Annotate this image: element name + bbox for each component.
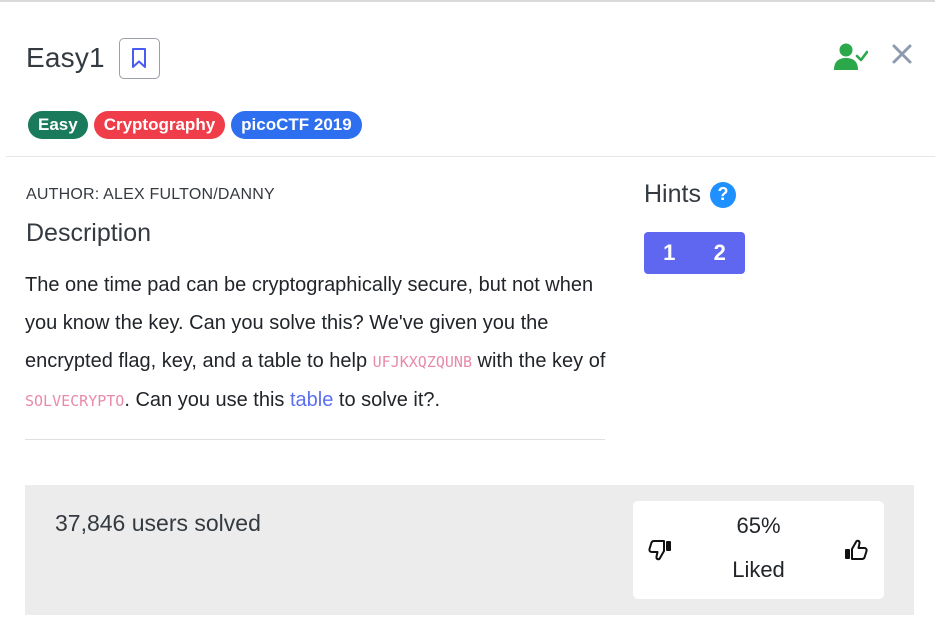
thumbs-up-icon[interactable] xyxy=(843,537,869,563)
help-icon[interactable]: ? xyxy=(709,181,736,208)
description-part: to solve it?. xyxy=(333,389,441,411)
description-heading: Description xyxy=(26,219,152,247)
table-link[interactable]: table xyxy=(290,389,333,411)
close-icon[interactable] xyxy=(890,42,914,66)
description-part: with the key of xyxy=(471,350,606,372)
bookmark-icon xyxy=(132,48,147,68)
like-percent: 65% xyxy=(736,513,781,538)
solved-count: 37,846 users solved xyxy=(55,510,261,536)
user-check-icon[interactable] xyxy=(834,42,868,72)
stats-panel: 37,846 users solved 65% Liked xyxy=(25,485,914,615)
key-code: SOLVECRYPTO xyxy=(25,392,125,410)
tag-list: Easy Cryptography picoCTF 2019 xyxy=(28,111,362,139)
event-tag[interactable]: picoCTF 2019 xyxy=(231,111,362,139)
top-border xyxy=(0,0,935,2)
hints-heading: Hints ? xyxy=(644,180,736,209)
hint-button-1[interactable]: 1 xyxy=(644,232,695,274)
description-part: . Can you use this xyxy=(124,389,290,411)
challenge-title: Easy1 xyxy=(26,42,105,73)
encrypted-flag-code: UFJKXQZQUNB xyxy=(372,353,472,371)
author-line: AUTHOR: ALEX FULTON/DANNY xyxy=(26,186,275,203)
hints-title: Hints xyxy=(644,180,701,208)
hint-button-2[interactable]: 2 xyxy=(695,232,746,274)
description-divider xyxy=(25,439,605,440)
header-divider xyxy=(6,156,935,157)
hint-button-group: 1 2 xyxy=(644,232,745,274)
category-tag[interactable]: Cryptography xyxy=(93,111,226,139)
challenge-header: Easy1 xyxy=(26,36,160,80)
difficulty-tag[interactable]: Easy xyxy=(28,111,88,139)
bookmark-button[interactable] xyxy=(118,37,160,79)
like-card: 65% Liked xyxy=(633,501,884,599)
description-text: The one time pad can be cryptographicall… xyxy=(25,266,610,420)
